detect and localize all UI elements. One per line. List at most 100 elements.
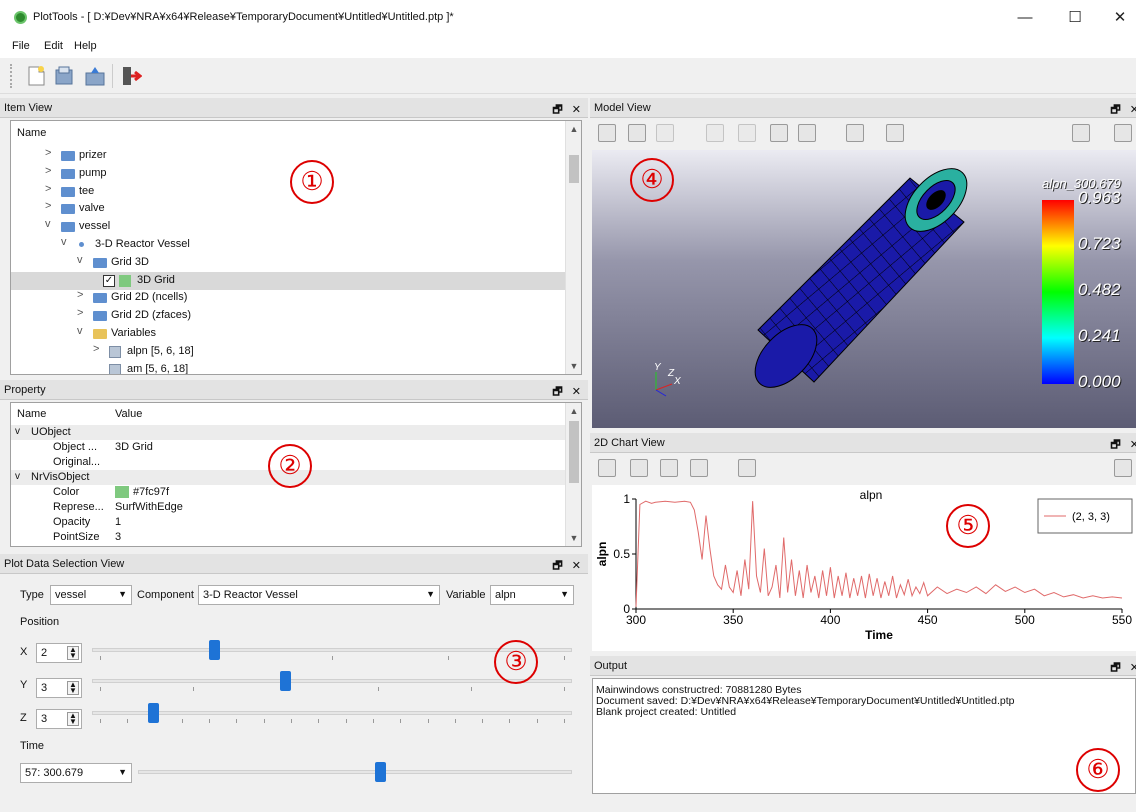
tree-item[interactable]: > valve <box>11 200 565 218</box>
clear-icon[interactable] <box>798 124 816 142</box>
chart-area[interactable]: 300 350 400 450 500 550 0 0.5 1 alpn Time alpn (2, 3… <box>592 485 1136 651</box>
tree-item-label: alpn [5, 6, 18] <box>127 344 194 357</box>
chevron-right-icon[interactable]: > <box>45 165 51 177</box>
export-image-icon[interactable] <box>846 124 864 142</box>
search-icon[interactable] <box>1072 124 1090 142</box>
reset-view-icon[interactable] <box>656 124 674 142</box>
scroll-thumb[interactable] <box>569 421 579 483</box>
checkbox-icon[interactable]: ✓ <box>103 274 115 287</box>
dock-controls[interactable]: 🗗 ✕ <box>552 383 584 402</box>
tree-item[interactable]: am [5, 6, 18] <box>11 361 565 374</box>
link-icon[interactable] <box>690 459 708 477</box>
property-group[interactable]: v UObject <box>11 425 581 440</box>
spin-arrows-icon[interactable]: ▲ ▼ <box>67 712 79 726</box>
spin-arrows-icon[interactable]: ▲ ▼ <box>67 681 79 695</box>
spin-arrows-icon[interactable]: ▲ ▼ <box>67 646 79 660</box>
dock-controls[interactable]: 🗗 ✕ <box>1110 659 1136 678</box>
table-icon[interactable] <box>886 124 904 142</box>
slider-handle[interactable] <box>374 762 386 782</box>
export-chart-icon[interactable] <box>630 459 648 477</box>
fullscreen-icon[interactable] <box>1114 124 1132 142</box>
slider-groove[interactable] <box>92 711 572 715</box>
chevron-down-icon[interactable]: v <box>15 426 20 437</box>
slider-groove[interactable] <box>138 770 572 774</box>
chevron-right-icon[interactable]: > <box>45 147 51 159</box>
property-row[interactable]: Color #7fc97f <box>11 485 581 500</box>
fit-view-icon[interactable] <box>628 124 646 142</box>
tree-item[interactable]: v Grid 3D <box>11 254 565 272</box>
time-select[interactable]: 57: 300.679 ▼ <box>20 763 132 783</box>
property-row[interactable]: Represe... SurfWithEdge <box>11 500 581 515</box>
menu-file[interactable]: File <box>12 40 30 52</box>
chevron-right-icon[interactable]: > <box>45 183 51 195</box>
tree-item[interactable]: v 3-D Reactor Vessel <box>11 236 565 254</box>
scroll-up-icon[interactable]: ▲ <box>566 121 581 137</box>
item-view-scrollbar[interactable]: ▲ ▼ <box>565 121 581 374</box>
scroll-down-icon[interactable]: ▼ <box>566 358 581 374</box>
minimize-button[interactable]: — <box>1015 8 1035 28</box>
exit-icon[interactable] <box>120 65 143 87</box>
scroll-down-icon[interactable]: ▼ <box>566 530 581 546</box>
slider-handle[interactable] <box>148 703 160 723</box>
chevron-right-icon[interactable]: > <box>77 307 83 319</box>
property-scrollbar[interactable]: ▲ ▼ <box>565 403 581 546</box>
tree-item[interactable]: v vessel <box>11 218 565 236</box>
output-log[interactable]: Mainwindows constructred: 70881280 Bytes… <box>592 678 1136 794</box>
tree-item[interactable]: > Grid 2D (zfaces) <box>11 307 565 325</box>
clear-chart-icon[interactable] <box>660 459 678 477</box>
tree-item[interactable]: > pump <box>11 165 565 183</box>
zoom-in-icon[interactable] <box>706 124 724 142</box>
type-select[interactable]: vessel ▼ <box>50 585 132 605</box>
toolbar-grip[interactable] <box>10 64 13 88</box>
chevron-down-icon[interactable]: v <box>77 325 83 337</box>
tree-item[interactable]: > Grid 2D (ncells) <box>11 289 565 307</box>
menu-help[interactable]: Help <box>74 40 97 52</box>
zoom-box-icon[interactable] <box>738 124 756 142</box>
x-tick-label: 400 <box>820 613 840 627</box>
slider-handle[interactable] <box>209 640 221 660</box>
dock-controls[interactable]: 🗗 ✕ <box>552 557 584 576</box>
chevron-down-icon[interactable]: v <box>77 254 83 266</box>
chevron-down-icon[interactable]: v <box>45 218 51 230</box>
scroll-up-icon[interactable]: ▲ <box>566 403 581 419</box>
rotate-icon[interactable] <box>770 124 788 142</box>
component-select[interactable]: 3-D Reactor Vessel ▼ <box>198 585 440 605</box>
chevron-down-icon[interactable]: v <box>15 471 20 482</box>
maximize-button[interactable]: ☐ <box>1065 8 1085 28</box>
table-icon[interactable] <box>738 459 756 477</box>
z-spinbox[interactable]: 3 ▲ ▼ <box>36 709 82 729</box>
z-slider[interactable] <box>92 703 572 723</box>
y-spinbox[interactable]: 3 ▲ ▼ <box>36 678 82 698</box>
slider-handle[interactable] <box>279 671 291 691</box>
property-row[interactable]: Opacity 1 <box>11 515 581 530</box>
chevron-down-icon[interactable]: v <box>61 236 67 248</box>
open-document-icon[interactable] <box>54 65 74 87</box>
property-row[interactable]: PointSize 3 <box>11 530 581 545</box>
chevron-right-icon[interactable]: > <box>77 289 83 301</box>
tree-item-label: Variables <box>111 327 157 339</box>
tree-item[interactable]: > tee <box>11 183 565 201</box>
slider-tick <box>236 719 238 723</box>
tree-item[interactable]: ✓ 3D Grid <box>11 271 565 290</box>
x-spinbox[interactable]: 2 ▲ ▼ <box>36 643 82 663</box>
scroll-thumb[interactable] <box>569 155 579 183</box>
annotation-1: ① <box>290 160 334 204</box>
dock-controls[interactable]: 🗗 ✕ <box>552 101 584 120</box>
tree-item[interactable]: v Variables <box>11 325 565 343</box>
save-document-icon[interactable] <box>84 65 105 87</box>
folder-icon <box>93 311 107 322</box>
time-slider[interactable] <box>138 762 572 782</box>
tree-item[interactable]: > alpn [5, 6, 18] <box>11 343 565 361</box>
chevron-right-icon[interactable]: > <box>93 343 99 355</box>
chevron-right-icon[interactable]: > <box>45 200 51 212</box>
slider-groove[interactable] <box>92 679 572 683</box>
variable-select[interactable]: alpn ▼ <box>490 585 574 605</box>
new-document-icon[interactable] <box>26 65 46 87</box>
fit-chart-icon[interactable] <box>598 459 616 477</box>
fullscreen-icon[interactable] <box>1114 459 1132 477</box>
model-viewport[interactable]: Y Z X alpn_300.679 0.963 0.723 0.482 0.2… <box>592 150 1136 428</box>
axes-icon[interactable] <box>598 124 616 142</box>
close-button[interactable]: ✕ <box>1110 8 1130 28</box>
menu-edit[interactable]: Edit <box>44 40 63 52</box>
tree-item[interactable]: > prizer <box>11 147 565 165</box>
